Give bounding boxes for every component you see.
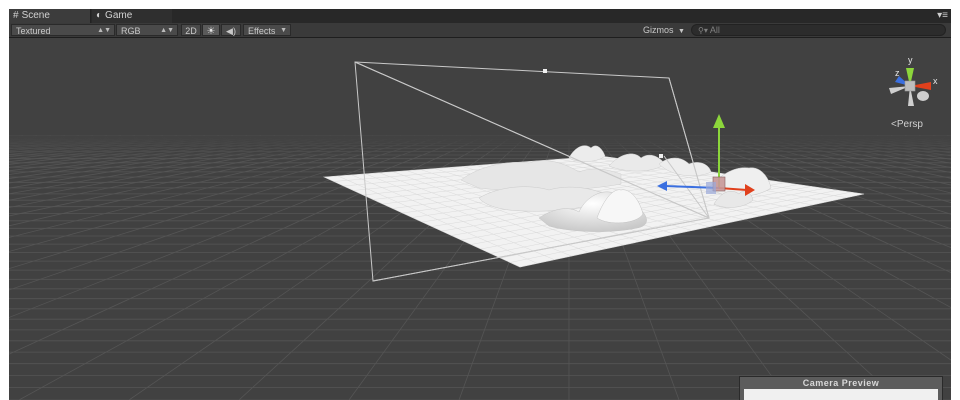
speaker-icon: ◀) [226,26,236,36]
frustum-handle-right[interactable] [659,154,663,158]
sun-icon: ☀ [206,26,216,37]
tab-game-label: Game [105,10,133,21]
effects-dropdown[interactable]: Effects ▼ [243,24,291,36]
camera-preview-image [744,389,938,400]
dropdown-arrow-icon: ▲▼ [97,27,111,34]
dropdown-arrow-icon: ▲▼ [160,27,174,34]
dropdown-arrow-icon: ▼ [280,27,287,34]
tab-scene-label: Scene [21,10,50,21]
camera-preview-panel: Camera Preview [739,376,943,400]
tab-bar: # Scene ◐ Game ▾≡ [9,9,951,23]
search-placeholder: All [709,25,720,35]
gizmo-z-label: z [895,68,900,78]
window-menu-icon[interactable]: ▾≡ [937,10,948,22]
color-mode-value: RGB [121,26,141,36]
camera-preview-title: Camera Preview [802,378,880,388]
projection-label: Persp [896,119,923,130]
hierarchy-search-field[interactable]: ⚲▾ All [691,24,946,36]
pacman-icon: ◐ [96,10,103,21]
scene-viewport[interactable]: y x z <Persp Camera Preview [9,38,951,400]
grid-icon: # [13,10,19,21]
2d-mode-label: 2D [185,26,197,36]
tab-scene[interactable]: # Scene [9,9,91,23]
scene-view-window: # Scene ◐ Game ▾≡ Textured ▲▼ RGB ▲▼ 2D ☀ … [9,9,951,400]
gizmos-label: Gizmos [643,25,674,35]
gizmos-dropdown[interactable]: Gizmos ▼ [643,24,685,36]
render-mode-value: Textured [16,26,51,36]
lighting-toggle[interactable]: ☀ [202,24,220,37]
render-mode-dropdown[interactable]: Textured ▲▼ [11,24,115,36]
2d-mode-button[interactable]: 2D [181,24,201,36]
gizmo-y-label: y [908,55,913,65]
scene-render [9,61,951,400]
projection-toggle[interactable]: <Persp [877,119,937,130]
dropdown-arrow-icon: ▼ [678,28,685,35]
audio-toggle[interactable]: ◀) [221,24,241,36]
tab-game[interactable]: ◐ Game [92,9,172,23]
frustum-handle-top[interactable] [543,69,547,73]
search-icon: ⚲▾ [698,26,708,35]
scene-toolbar: Textured ▲▼ RGB ▲▼ 2D ☀ ◀) Effects ▼ Giz… [9,23,951,38]
color-mode-dropdown[interactable]: RGB ▲▼ [116,24,178,36]
effects-label: Effects [248,26,276,36]
gizmo-x-label: x [933,76,938,86]
